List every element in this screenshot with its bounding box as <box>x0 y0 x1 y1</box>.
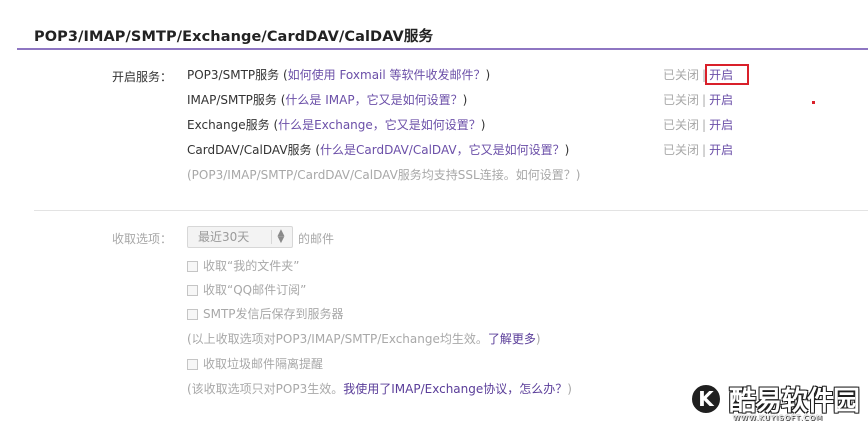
receive-options-label: 收取选项： <box>112 232 173 246</box>
ssl-howto-link[interactable]: 如何设置？ <box>516 168 576 182</box>
title-divider <box>17 48 868 50</box>
help-link-pop3[interactable]: 如何使用 Foxmail 等软件收发邮件？ <box>288 68 486 82</box>
ssl-note-close: ) <box>575 168 581 182</box>
ssl-note-text: (POP3/IMAP/SMTP/CardDAV/CalDAV服务均支持SSL连接… <box>187 168 516 182</box>
paren-open: ( <box>269 118 279 132</box>
imap-exchange-help-link[interactable]: 我使用了IMAP/Exchange协议，怎么办？ <box>343 382 567 396</box>
service-name: CardDAV/CalDAV服务 <box>187 143 312 157</box>
help-link-carddav[interactable]: 什么是CardDAV/CalDAV，它又是如何设置？ <box>320 143 565 157</box>
help-link-imap[interactable]: 什么是 IMAP，它又是如何设置？ <box>285 93 462 107</box>
paren-close: ) <box>462 93 468 107</box>
option-label: 收取垃圾邮件隔离提醒 <box>203 357 324 371</box>
page-title: POP3/IMAP/SMTP/Exchange/CardDAV/CalDAV服务 <box>34 29 434 45</box>
paren-open: ( <box>311 143 321 157</box>
note-close: ) <box>567 382 572 396</box>
option-spam-alert[interactable]: 收取垃圾邮件隔离提醒 <box>187 356 323 372</box>
watermark-url: WWW.KUYISOFT.COM <box>733 414 824 422</box>
checkbox-qq-subscription[interactable] <box>187 285 198 296</box>
enable-carddav-link[interactable]: 开启 <box>709 143 733 157</box>
status-separator: | <box>702 118 707 132</box>
status-imap: 已关闭 | 开启 <box>663 92 733 108</box>
note-text: (以上收取选项对POP3/IMAP/SMTP/Exchange均生效。 <box>187 332 488 346</box>
paren-close: ) <box>564 143 570 157</box>
option-label: SMTP发信后保存到服务器 <box>203 307 344 321</box>
service-row-imap: IMAP/SMTP服务 (什么是 IMAP，它又是如何设置？) <box>187 92 467 108</box>
receive-range-value: 最近30天 <box>198 230 250 244</box>
ssl-note: (POP3/IMAP/SMTP/CardDAV/CalDAV服务均支持SSL连接… <box>187 167 580 183</box>
watermark-logo-icon: K <box>689 382 723 416</box>
enable-imap-link[interactable]: 开启 <box>709 93 733 107</box>
red-dot-mark <box>812 101 815 104</box>
option-label: 收取“我的文件夹” <box>203 259 300 273</box>
learn-more-link[interactable]: 了解更多 <box>488 332 536 346</box>
checkbox-smtp-save[interactable] <box>187 309 198 320</box>
paren-open: ( <box>279 68 288 82</box>
status-off: 已关闭 <box>663 93 700 107</box>
section-divider <box>34 210 868 211</box>
receive-range-suffix: 的邮件 <box>298 232 335 246</box>
service-name: Exchange服务 <box>187 118 270 132</box>
receive-note-1: (以上收取选项对POP3/IMAP/SMTP/Exchange均生效。了解更多) <box>187 331 541 347</box>
services-label: 开启服务： <box>112 70 173 84</box>
option-smtp-save[interactable]: SMTP发信后保存到服务器 <box>187 306 344 322</box>
note-close: ) <box>535 332 541 346</box>
status-separator: | <box>702 93 707 107</box>
service-name: POP3/SMTP服务 <box>187 68 280 82</box>
service-name: IMAP/SMTP服务 <box>187 93 277 107</box>
updown-chevron-icon: ▲ ▼ <box>277 228 285 245</box>
receive-range-select[interactable]: 最近30天 ▲ ▼ <box>187 226 293 248</box>
option-label: 收取“QQ邮件订阅” <box>203 283 307 297</box>
watermark-text: 酷易软件园 <box>729 386 860 417</box>
watermark: K 酷易软件园 WWW.KUYISOFT.COM <box>683 376 868 424</box>
option-qq-subscription[interactable]: 收取“QQ邮件订阅” <box>187 282 306 298</box>
status-off: 已关闭 <box>663 68 700 82</box>
status-off: 已关闭 <box>663 118 700 132</box>
service-row-carddav: CardDAV/CalDAV服务 (什么是CardDAV/CalDAV，它又是如… <box>187 142 569 158</box>
paren-close: ) <box>480 118 486 132</box>
option-my-folders[interactable]: 收取“我的文件夹” <box>187 258 299 274</box>
status-off: 已关闭 <box>663 143 700 157</box>
checkbox-spam-alert[interactable] <box>187 359 198 370</box>
note-text: (该收取选项只对POP3生效。 <box>187 382 344 396</box>
service-row-pop3: POP3/SMTP服务 (如何使用 Foxmail 等软件收发邮件？) <box>187 67 490 83</box>
status-separator: | <box>702 143 707 157</box>
paren-close: ) <box>485 68 491 82</box>
status-exchange: 已关闭 | 开启 <box>663 117 733 133</box>
select-divider <box>271 230 272 244</box>
service-row-exchange: Exchange服务 (什么是Exchange，它又是如何设置？) <box>187 117 485 133</box>
checkbox-my-folders[interactable] <box>187 261 198 272</box>
enable-exchange-link[interactable]: 开启 <box>709 118 733 132</box>
receive-note-2: (该收取选项只对POP3生效。我使用了IMAP/Exchange协议，怎么办？) <box>187 381 572 397</box>
help-link-exchange[interactable]: 什么是Exchange，它又是如何设置？ <box>278 118 481 132</box>
highlight-annotation-box <box>705 64 749 85</box>
status-carddav: 已关闭 | 开启 <box>663 142 733 158</box>
